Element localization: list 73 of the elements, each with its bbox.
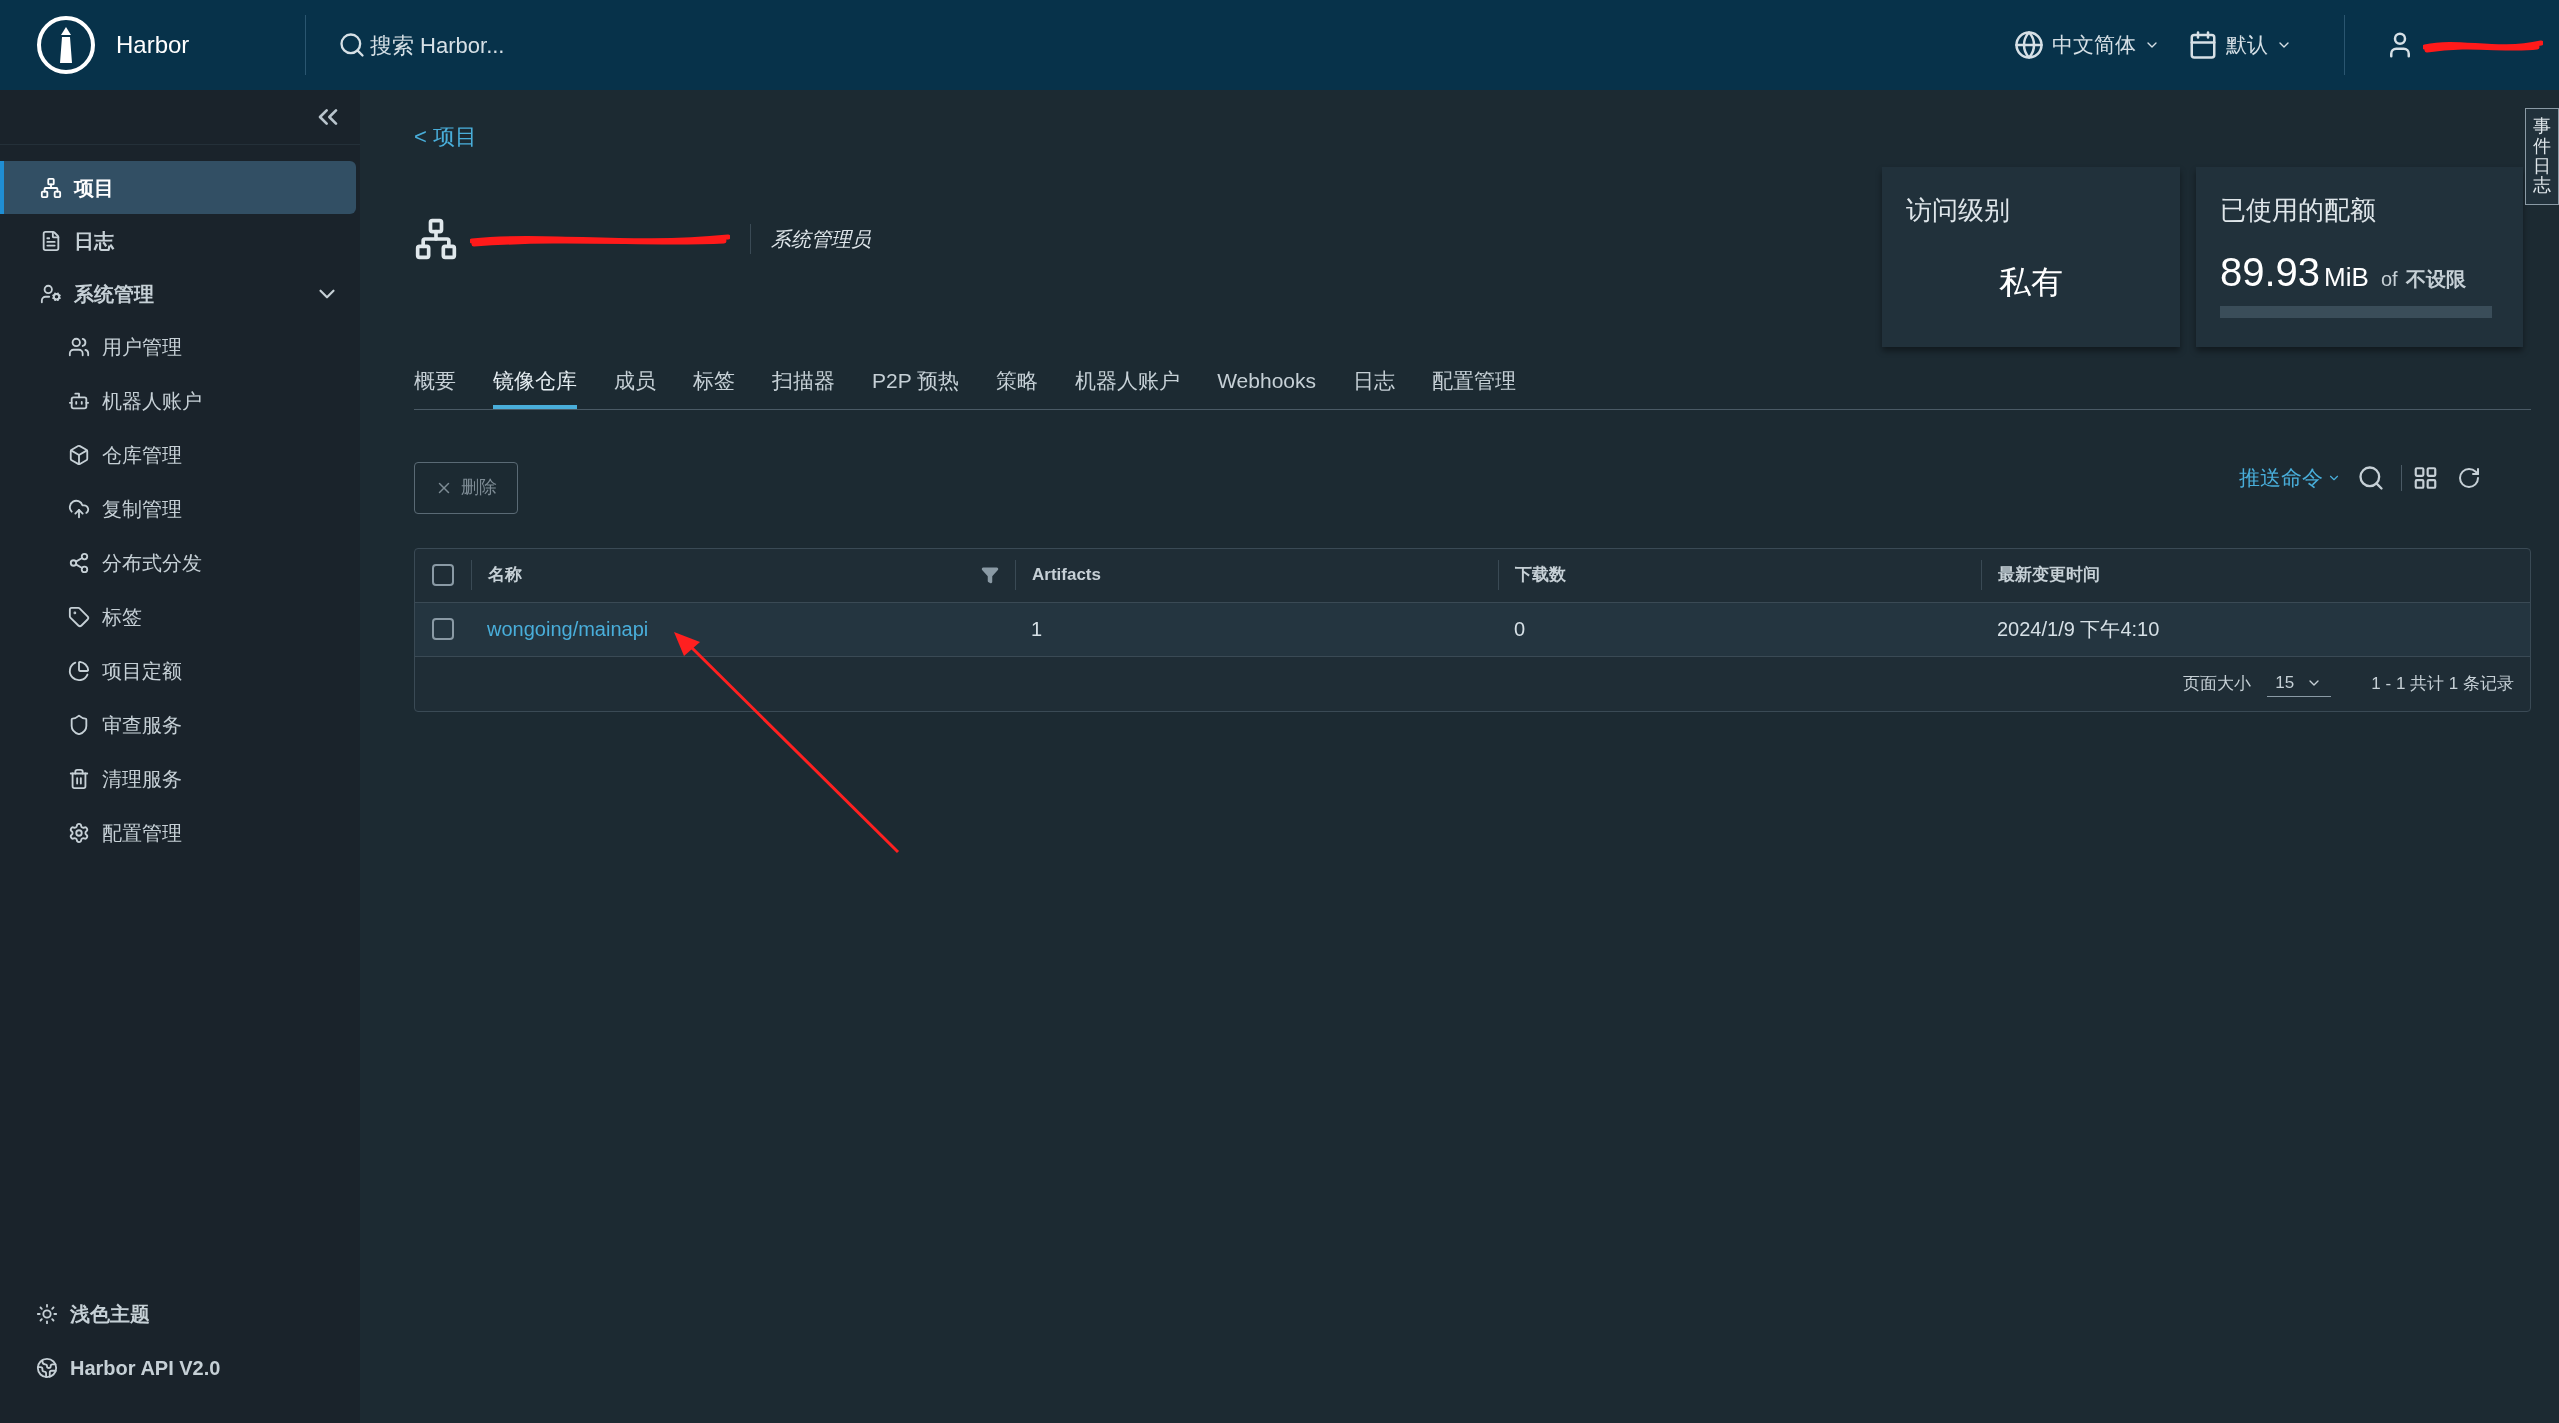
search-field[interactable]: 搜索 Harbor... — [370, 28, 770, 62]
cloud-icon — [68, 498, 90, 520]
sidebar-item[interactable]: 日志 — [0, 214, 356, 267]
calendar-icon — [2188, 30, 2218, 60]
brand-name[interactable]: Harbor — [116, 27, 190, 63]
tab[interactable]: 机器人账户 — [1075, 365, 1181, 409]
page-size-select[interactable]: 15 — [2267, 670, 2332, 697]
api-link[interactable]: Harbor API V2.0 — [36, 1353, 360, 1383]
tab[interactable]: 镜像仓库 — [493, 365, 577, 409]
document-icon — [40, 229, 62, 252]
trash-icon — [68, 768, 90, 790]
access-card: 访问级别 私有 — [1882, 167, 2180, 347]
column-header[interactable]: 最新变更时间 — [1981, 560, 2530, 590]
tab[interactable]: 扫描器 — [772, 365, 835, 409]
sidebar-subitem[interactable]: 清理服务 — [0, 752, 356, 806]
table-cell: 1 — [1031, 618, 1043, 640]
role-label: 系统管理员 — [750, 224, 871, 254]
cube-icon — [68, 444, 90, 466]
sun-icon — [36, 1303, 58, 1325]
sidebar-subitem[interactable]: 项目定额 — [0, 644, 356, 698]
sidebar-item[interactable]: 系统管理 — [0, 267, 356, 320]
tab[interactable]: 成员 — [614, 365, 656, 409]
select-all-checkbox[interactable] — [432, 564, 454, 586]
repository-link[interactable]: wongoing/mainapi — [487, 618, 649, 640]
tab[interactable]: 标签 — [693, 365, 735, 409]
users-icon — [68, 336, 90, 358]
sidebar-subitem[interactable]: 仓库管理 — [0, 428, 356, 482]
table-cell: 0 — [1514, 618, 1526, 640]
user-gear-icon — [40, 282, 62, 305]
pie-icon — [68, 660, 90, 682]
delete-button[interactable]: 删除 — [414, 461, 518, 514]
refresh-icon[interactable] — [2457, 465, 2481, 490]
shield-icon — [68, 714, 90, 736]
column-header[interactable]: 名称 — [471, 560, 1015, 590]
search-icon — [338, 31, 366, 59]
settings-icon — [68, 822, 90, 844]
event-log-tab[interactable]: 事件日志 — [2525, 108, 2559, 206]
tab[interactable]: Webhooks — [1217, 365, 1316, 409]
theme-toggle[interactable]: 浅色主题 — [36, 1299, 360, 1329]
table-cell: 2024/1/9 下午4:10 — [1997, 618, 2160, 640]
language-menu[interactable]: 中文简体 — [2014, 29, 2160, 61]
globe-icon — [2014, 30, 2044, 60]
row-checkbox[interactable] — [432, 618, 454, 640]
tab[interactable]: P2P 预热 — [872, 365, 960, 409]
filter-icon — [981, 566, 999, 584]
column-header[interactable]: Artifacts — [1015, 560, 1498, 590]
page-size-label: 页面大小 — [2183, 672, 2252, 695]
sidebar-subitem[interactable]: 分布式分发 — [0, 536, 356, 590]
tag-icon — [68, 606, 90, 628]
record-summary: 1 - 1 共计 1 条记录 — [2371, 672, 2514, 695]
quota-card: 已使用的配额 89.93 MiB of 不设限 — [2196, 167, 2523, 347]
globe-icon — [36, 1357, 58, 1379]
sidebar-subitem[interactable]: 用户管理 — [0, 320, 356, 374]
robot-icon — [68, 390, 90, 412]
tab[interactable]: 概要 — [414, 365, 456, 409]
tab[interactable]: 策略 — [996, 365, 1039, 409]
tab[interactable]: 日志 — [1353, 365, 1395, 409]
sidebar-subitem[interactable]: 复制管理 — [0, 482, 356, 536]
sidebar-subitem[interactable]: 审查服务 — [0, 698, 356, 752]
sidebar-item[interactable]: 项目 — [0, 161, 356, 214]
logo-icon — [36, 15, 96, 75]
sidebar-subitem[interactable]: 标签 — [0, 590, 356, 644]
hierarchy-icon — [40, 176, 62, 199]
push-command-menu[interactable]: 推送命令 — [2239, 461, 2341, 494]
project-icon — [414, 217, 458, 261]
sidebar-subitem[interactable]: 配置管理 — [0, 806, 356, 860]
tab[interactable]: 配置管理 — [1432, 365, 1516, 409]
search-icon[interactable] — [2357, 463, 2385, 492]
theme-menu[interactable]: 默认 — [2188, 29, 2292, 61]
share-icon — [68, 552, 90, 574]
breadcrumb-link[interactable]: < 项目 — [414, 120, 477, 153]
column-header[interactable]: 下载数 — [1498, 560, 1981, 590]
sidebar-subitem[interactable]: 机器人账户 — [0, 374, 356, 428]
